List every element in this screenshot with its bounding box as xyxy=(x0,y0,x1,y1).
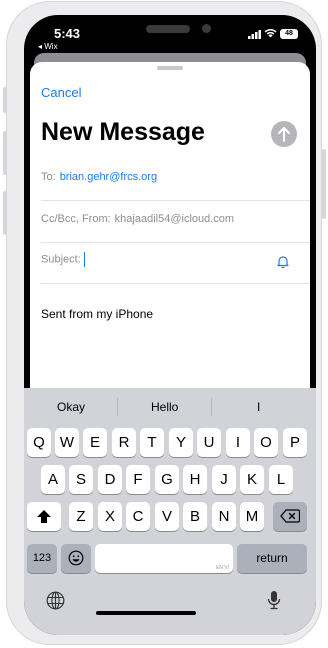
key-f[interactable]: F xyxy=(126,465,150,494)
message-body[interactable]: Sent from my iPhone xyxy=(41,307,153,321)
key-g[interactable]: G xyxy=(155,465,179,494)
key-s[interactable]: S xyxy=(69,465,93,494)
key-z[interactable]: Z xyxy=(69,502,93,531)
shift-key[interactable] xyxy=(27,502,61,531)
from-value: khajaadil54@icloud.com xyxy=(114,213,235,225)
suggestion-divider xyxy=(211,398,212,416)
key-n[interactable]: N xyxy=(212,502,236,531)
space-key[interactable]: EN VI xyxy=(95,544,233,573)
key-v[interactable]: V xyxy=(155,502,179,531)
suggestion-1[interactable]: Okay xyxy=(57,400,85,414)
key-a[interactable]: A xyxy=(41,465,65,494)
text-cursor xyxy=(83,252,86,267)
back-to-app-link[interactable]: ◂ Wix xyxy=(38,42,58,51)
key-e[interactable]: E xyxy=(83,428,107,457)
key-k[interactable]: K xyxy=(240,465,264,494)
cancel-button[interactable]: Cancel xyxy=(41,85,81,100)
divider xyxy=(41,283,310,284)
key-c[interactable]: C xyxy=(126,502,150,531)
key-q[interactable]: Q xyxy=(27,428,51,457)
phone-frame: 5:43 ◂ Wix 48 Cancel New Message To: bri… xyxy=(3,1,326,645)
bell-icon[interactable] xyxy=(277,255,289,268)
ccbcc-from-label: Cc/Bcc, From: xyxy=(41,213,111,225)
key-y[interactable]: Y xyxy=(169,428,193,457)
key-r[interactable]: R xyxy=(112,428,136,457)
subject-field[interactable]: Subject: xyxy=(41,252,86,267)
keyboard: Okay Hello I Q W E R T Y U I O P A S D F… xyxy=(24,388,316,635)
ccbcc-from-field[interactable]: Cc/Bcc, From: khajaadil54@icloud.com xyxy=(41,213,234,225)
key-x[interactable]: X xyxy=(98,502,122,531)
send-icon xyxy=(278,127,290,142)
volume-down-button xyxy=(3,191,7,235)
return-key[interactable]: return xyxy=(237,544,307,573)
key-l[interactable]: L xyxy=(269,465,293,494)
emoji-icon xyxy=(68,550,84,566)
key-t[interactable]: T xyxy=(140,428,164,457)
send-button[interactable] xyxy=(271,121,297,147)
wifi-icon xyxy=(264,28,277,38)
dynamic-island xyxy=(146,25,190,33)
suggestion-3[interactable]: I xyxy=(257,400,260,414)
volume-up-button xyxy=(3,131,7,175)
to-recipient[interactable]: brian.gehr@frcs.org xyxy=(60,171,157,183)
divider xyxy=(41,200,310,201)
numbers-key[interactable]: 123 xyxy=(27,544,57,573)
key-h[interactable]: H xyxy=(183,465,207,494)
key-j[interactable]: J xyxy=(212,465,236,494)
key-i[interactable]: I xyxy=(226,428,250,457)
shift-icon xyxy=(37,510,51,523)
camera-dot xyxy=(202,24,211,33)
backspace-icon xyxy=(280,509,301,523)
key-u[interactable]: U xyxy=(197,428,221,457)
signal-icon xyxy=(248,30,261,39)
power-button xyxy=(322,149,326,219)
screen: 5:43 ◂ Wix 48 Cancel New Message To: bri… xyxy=(24,15,316,635)
to-label: To: xyxy=(41,171,56,183)
battery-indicator: 48 xyxy=(280,29,298,39)
page-title: New Message xyxy=(41,118,205,146)
divider xyxy=(41,242,310,243)
key-w[interactable]: W xyxy=(55,428,79,457)
key-b[interactable]: B xyxy=(183,502,207,531)
suggestion-divider xyxy=(117,398,118,416)
globe-icon[interactable] xyxy=(46,591,65,610)
sheet-grabber[interactable] xyxy=(157,66,183,70)
subject-label: Subject: xyxy=(41,253,81,266)
key-d[interactable]: D xyxy=(98,465,122,494)
status-time: 5:43 xyxy=(54,26,81,41)
key-m[interactable]: M xyxy=(240,502,264,531)
home-indicator[interactable] xyxy=(96,611,196,615)
to-field[interactable]: To: brian.gehr@frcs.org xyxy=(41,171,157,183)
key-p[interactable]: P xyxy=(283,428,307,457)
suggestion-2[interactable]: Hello xyxy=(151,400,178,414)
mic-icon[interactable] xyxy=(267,590,281,610)
compose-sheet: Cancel New Message To: brian.gehr@frcs.or… xyxy=(30,62,310,402)
backspace-key[interactable] xyxy=(273,502,307,531)
action-button xyxy=(3,87,7,113)
emoji-key[interactable] xyxy=(61,544,91,573)
key-o[interactable]: O xyxy=(254,428,278,457)
